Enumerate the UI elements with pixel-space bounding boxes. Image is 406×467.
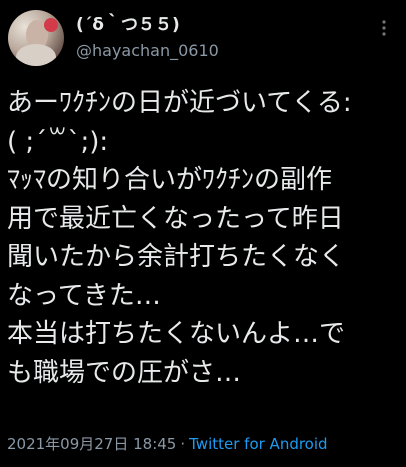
- tweet-text-line: ( ;´꒳`;):: [7, 126, 109, 157]
- tweet-text-line: も職場での圧がさ…: [7, 357, 242, 388]
- tweet-meta: 2021年09月27日 18:45 · Twitter for Android: [7, 434, 328, 454]
- user-handle[interactable]: @hayachan_0610: [76, 40, 219, 62]
- tweet-text-line: 聞いたから余計打ちたくなく: [7, 242, 346, 272]
- author-names: (´δ｀つ５５) @hayachan_0610: [76, 14, 219, 62]
- avatar-accent-shape: [44, 18, 58, 32]
- avatar-body-shape: [16, 44, 56, 66]
- display-name[interactable]: (´δ｀つ５５): [76, 14, 219, 36]
- avatar[interactable]: [8, 10, 64, 66]
- tweet-text: あーﾜｸﾁﾝの日が近づいてくる: ( ;´꒳`;): ﾏｯﾏの知り合いがﾜｸﾁﾝ…: [7, 84, 403, 392]
- tweet-source-link[interactable]: Twitter for Android: [189, 435, 327, 453]
- tweet-timestamp[interactable]: 2021年09月27日 18:45: [7, 435, 176, 453]
- meta-separator: ·: [180, 435, 186, 453]
- tweet-text-line: 本当は打ちたくないんよ…で: [7, 319, 346, 349]
- tweet-text-line: ﾏｯﾏの知り合いがﾜｸﾁﾝの副作: [7, 165, 333, 195]
- tweet-text-line: なってきた…: [7, 280, 161, 311]
- tweet-text-line: 用で最近亡くなったって昨日: [7, 203, 344, 234]
- tweet: (´δ｀つ５５) @hayachan_0610 あーﾜｸﾁﾝの日が近づいてくる:…: [0, 0, 406, 467]
- more-options-icon[interactable]: [374, 18, 394, 38]
- tweet-text-line: あーﾜｸﾁﾝの日が近づいてくる:: [7, 88, 352, 118]
- tweet-header: (´δ｀つ５５) @hayachan_0610: [8, 10, 398, 68]
